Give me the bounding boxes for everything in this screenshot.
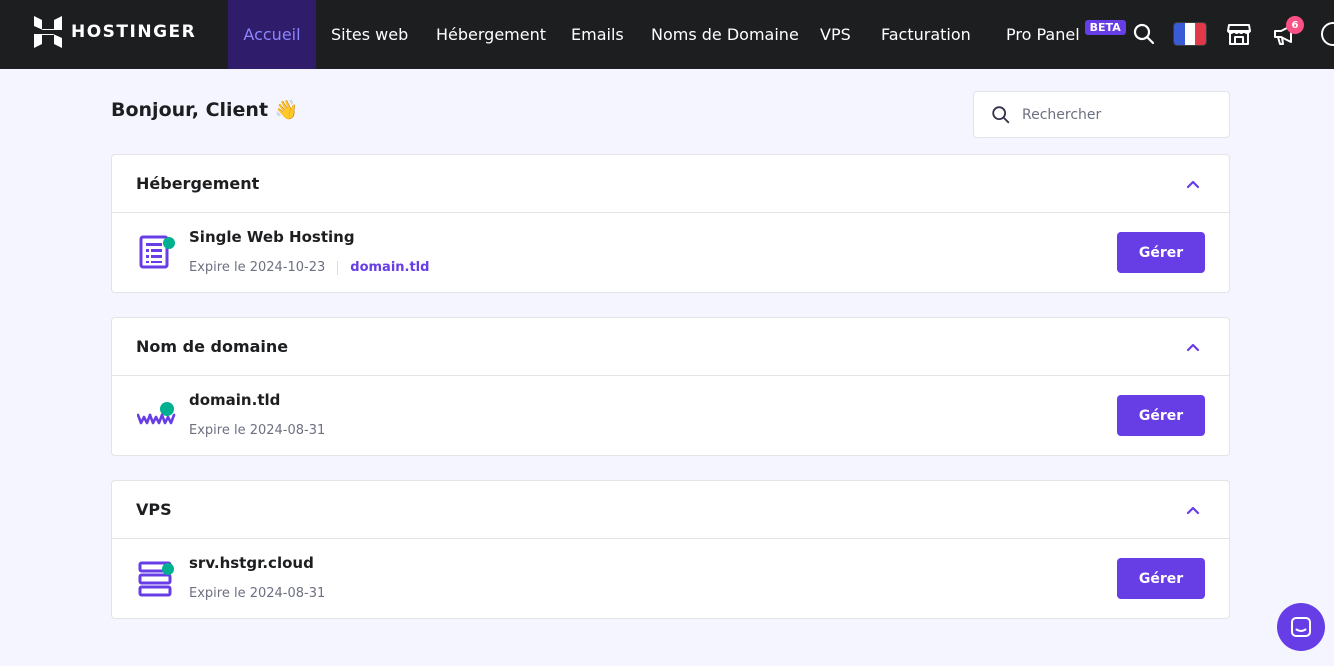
top-navigation-bar: HOSTINGER Accueil Sites web Hébergement …	[0, 0, 1334, 69]
nav-label: Pro Panel	[1006, 25, 1080, 44]
manage-button[interactable]: Gérer	[1117, 395, 1205, 436]
nav-hebergement[interactable]: Hébergement	[436, 0, 546, 69]
chevron-up-icon[interactable]	[1181, 335, 1205, 359]
item-meta: Expire le 2024-08-31	[189, 586, 325, 601]
nav-label: VPS	[820, 25, 851, 44]
section-vps: VPS srv.hstgr.cloud Expire le 2024-08-31…	[111, 480, 1230, 619]
domain-link[interactable]: domain.tld	[350, 260, 429, 275]
store-icon[interactable]	[1220, 15, 1258, 53]
list-item: Single Web Hosting Expire le 2024-10-23 …	[112, 213, 1229, 292]
nav-label: Accueil	[243, 25, 301, 44]
section-nom-de-domaine: Nom de domaine domain.tld Expire le 2024…	[111, 317, 1230, 456]
nav-label: Sites web	[331, 25, 409, 44]
chat-icon	[1291, 617, 1311, 637]
item-meta: Expire le 2024-08-31	[189, 423, 325, 438]
section-title: VPS	[136, 500, 172, 519]
section-title: Nom de domaine	[136, 337, 289, 356]
chevron-up-icon[interactable]	[1181, 172, 1205, 196]
list-item: srv.hstgr.cloud Expire le 2024-08-31 Gér…	[112, 539, 1229, 618]
search-input[interactable]	[1022, 106, 1212, 123]
nav-noms-de-domaine[interactable]: Noms de Domaine	[651, 0, 799, 69]
section-header[interactable]: VPS	[112, 481, 1229, 539]
item-name: srv.hstgr.cloud	[189, 554, 314, 572]
search-icon	[992, 105, 1010, 123]
nav-label: Hébergement	[436, 25, 547, 44]
item-name: domain.tld	[189, 391, 281, 409]
search-icon[interactable]	[1125, 15, 1163, 53]
notification-count: 6	[1286, 16, 1304, 34]
expiry-date: Expire le 2024-08-31	[189, 423, 326, 438]
nav-label: Emails	[571, 25, 624, 44]
brand-name: HOSTINGER	[71, 22, 197, 42]
nav-pro-panel[interactable]: Pro Panel BETA	[1006, 0, 1126, 69]
brand-logo[interactable]: HOSTINGER	[34, 16, 196, 48]
search-box[interactable]	[973, 91, 1230, 138]
www-domain-icon	[137, 402, 176, 425]
vps-server-icon	[138, 561, 174, 597]
list-item: domain.tld Expire le 2024-08-31 Gérer	[112, 376, 1229, 455]
hosting-plan-icon	[139, 235, 175, 269]
nav-vps[interactable]: VPS	[820, 0, 851, 69]
page-greeting: Bonjour, Client 👋	[111, 99, 299, 121]
expiry-date: Expire le 2024-08-31	[189, 586, 326, 601]
nav-accueil[interactable]: Accueil	[228, 0, 316, 69]
manage-button[interactable]: Gérer	[1117, 232, 1205, 273]
beta-badge: BETA	[1084, 20, 1126, 35]
chevron-up-icon[interactable]	[1181, 498, 1205, 522]
section-hebergement: Hébergement Single Web Hosting Expire le…	[111, 154, 1230, 293]
flag-fr-icon[interactable]	[1171, 15, 1209, 53]
divider	[337, 260, 339, 275]
section-title: Hébergement	[136, 174, 260, 193]
item-name: Single Web Hosting	[189, 228, 355, 246]
chat-button[interactable]	[1277, 603, 1325, 651]
megaphone-icon[interactable]: 6	[1266, 15, 1304, 53]
item-meta: Expire le 2024-10-23 domain.tld	[189, 260, 429, 275]
help-icon[interactable]	[1314, 15, 1334, 53]
expiry-date: Expire le 2024-10-23	[189, 260, 326, 275]
nav-facturation[interactable]: Facturation	[881, 0, 971, 69]
manage-button[interactable]: Gérer	[1117, 558, 1205, 599]
hostinger-logo-icon	[34, 16, 62, 48]
section-header[interactable]: Hébergement	[112, 155, 1229, 213]
nav-emails[interactable]: Emails	[571, 0, 624, 69]
nav-label: Facturation	[881, 25, 971, 44]
nav-sites-web[interactable]: Sites web	[331, 0, 408, 69]
section-header[interactable]: Nom de domaine	[112, 318, 1229, 376]
nav-label: Noms de Domaine	[651, 25, 799, 44]
